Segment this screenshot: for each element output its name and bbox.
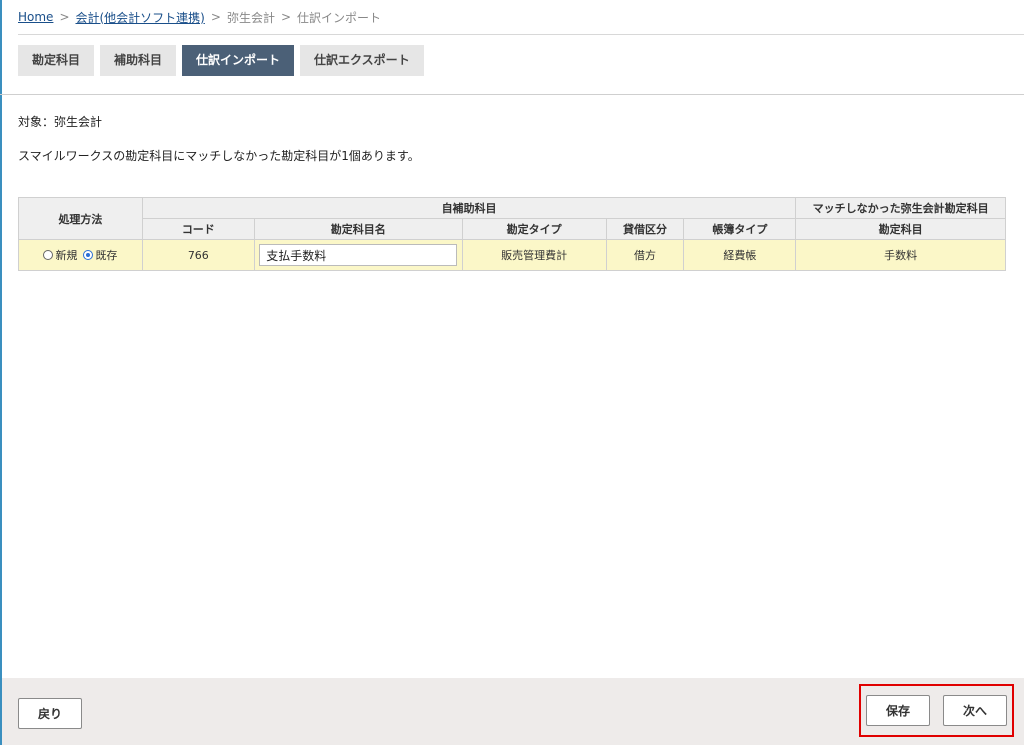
header-debit-credit: 貸借区分: [605, 218, 685, 240]
tab-journal-export[interactable]: 仕訳エクスポート: [300, 45, 424, 76]
header-own-account: 自補助科目: [141, 197, 797, 219]
unmatched-account-cell: 手数料: [795, 239, 1006, 271]
table-row: 新規 既存 766 販売管理費計 借方 経費帳 手数料: [18, 239, 1006, 271]
radio-new-indicator[interactable]: [43, 250, 54, 260]
breadcrumb-separator: >: [210, 10, 221, 24]
radio-new[interactable]: 新規: [43, 247, 77, 263]
header-unmatched: マッチしなかった弥生会計勘定科目: [795, 197, 1006, 219]
next-button[interactable]: 次へ: [943, 695, 1007, 726]
header-method: 処理方法: [18, 197, 143, 240]
breadcrumb-current: 仕訳インポート: [297, 10, 382, 25]
method-cell: 新規 既存: [18, 239, 143, 271]
save-button[interactable]: 保存: [866, 695, 930, 726]
unmatched-accounts-table: 処理方法 自補助科目 マッチしなかった弥生会計勘定科目 コード 勘定科目名 勘定…: [18, 197, 1006, 271]
header-code: コード: [141, 218, 255, 240]
tab-bar: 勘定科目 補助科目 仕訳インポート 仕訳エクスポート: [18, 45, 424, 76]
header-book-type: 帳簿タイプ: [683, 218, 797, 240]
tab-accounts[interactable]: 勘定科目: [18, 45, 95, 76]
radio-new-label: 新規: [55, 249, 78, 262]
account-name-input[interactable]: [259, 244, 458, 266]
breadcrumb-home-link[interactable]: Home: [18, 10, 53, 24]
debit-credit-cell: 借方: [605, 239, 685, 271]
unmatched-message: スマイルワークスの勘定科目にマッチしなかった勘定科目が1個あります。: [18, 149, 420, 163]
breadcrumb: Home > 会計(他会計ソフト連携) > 弥生会計 > 仕訳インポート: [18, 0, 1024, 35]
breadcrumb-separator: >: [280, 10, 292, 24]
tab-sub-accounts[interactable]: 補助科目: [100, 45, 177, 76]
account-name-cell: [253, 239, 463, 271]
account-type-cell: 販売管理費計: [461, 239, 607, 271]
header-account-name: 勘定科目名: [253, 218, 463, 240]
breadcrumb-accounting-link[interactable]: 会計(他会計ソフト連携): [76, 9, 205, 26]
header-unmatched-account: 勘定科目: [795, 218, 1006, 240]
target-label: 対象：弥生会計: [18, 115, 103, 129]
footer-bar: 戻り 保存 次へ: [2, 678, 1024, 745]
tab-journal-import[interactable]: 仕訳インポート: [182, 45, 295, 76]
code-cell: 766: [141, 239, 255, 271]
left-accent-bar: [0, 0, 2, 745]
method-radio-group: 新規 既存: [23, 247, 138, 263]
radio-existing-indicator[interactable]: [83, 250, 94, 260]
tabs-divider: [0, 94, 1024, 95]
breadcrumb-separator: >: [59, 10, 70, 24]
back-button[interactable]: 戻り: [18, 698, 82, 729]
book-type-cell: 経費帳: [683, 239, 797, 271]
header-account-type: 勘定タイプ: [461, 218, 607, 240]
radio-existing[interactable]: 既存: [83, 247, 117, 263]
breadcrumb-yayoi: 弥生会計: [226, 10, 275, 25]
radio-existing-label: 既存: [95, 249, 118, 262]
